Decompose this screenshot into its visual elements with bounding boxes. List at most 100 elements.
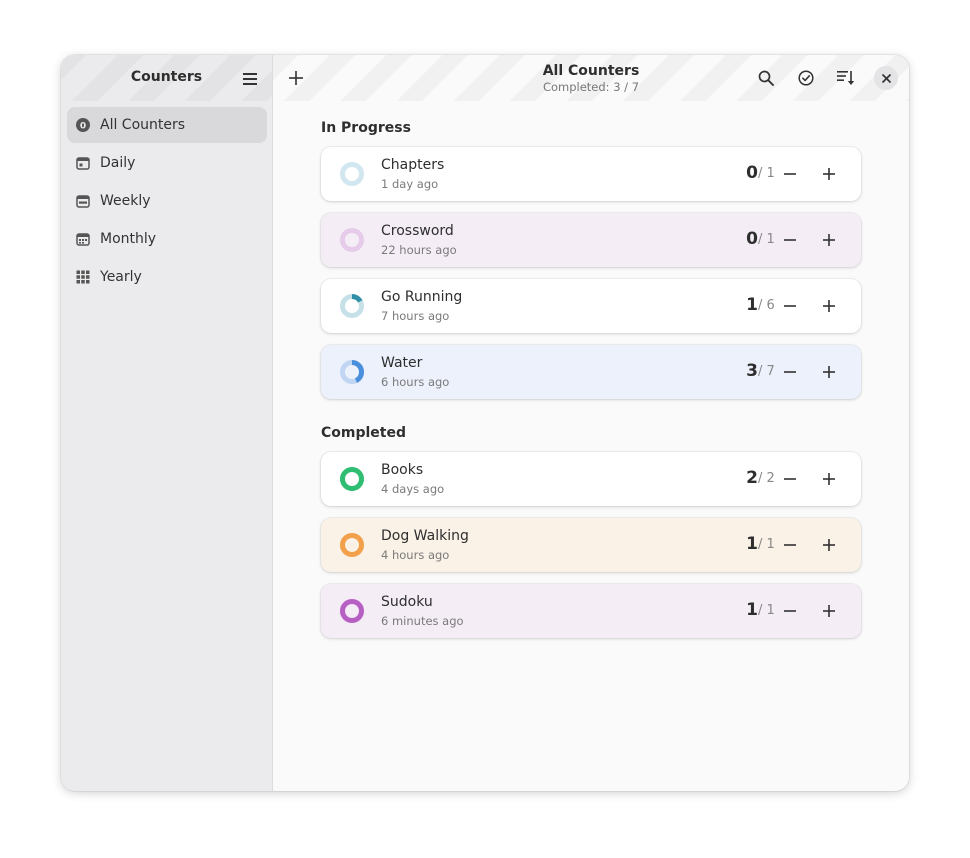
section-label-completed: Completed [321,425,407,441]
plus-icon [823,168,835,180]
counter-updated-time: 7 hours ago [381,309,450,323]
progress-ring-fill [340,467,364,491]
search-icon [758,70,774,86]
decrement-button[interactable] [776,292,804,320]
increment-button[interactable] [815,292,843,320]
sidebar-item-monthly[interactable]: Monthly [67,221,267,257]
progress-ring-fill [340,533,364,557]
counter-card[interactable]: Sudoku 6 minutes ago 1/ 1 [321,584,861,638]
grid-year-icon [75,269,91,285]
counter-goal: / 1 [758,537,775,552]
close-window-button[interactable] [874,66,898,90]
sidebar-item-weekly[interactable]: Weekly [67,183,267,219]
progress-ring-icon [340,533,364,557]
sidebar-item-label: Yearly [100,269,142,285]
hamburger-menu-icon [243,73,257,85]
counter-value: 1 [746,600,758,620]
app-window: Counters 0 All Counters Daily Weekly Mon… [61,55,909,791]
increment-button[interactable] [815,465,843,493]
plus-icon [823,539,835,551]
progress-ring-icon [340,599,364,623]
counter-updated-time: 22 hours ago [381,243,457,257]
close-icon [881,73,891,83]
counter-updated-time: 4 hours ago [381,548,450,562]
progress-ring-icon [340,294,364,318]
sidebar-item-label: Monthly [100,231,157,247]
progress-ring-icon [340,228,364,252]
increment-button[interactable] [815,597,843,625]
counter-card[interactable]: Go Running 7 hours ago 1/ 6 [321,279,861,333]
increment-button[interactable] [815,531,843,559]
calendar-day-icon [75,155,91,171]
sidebar-item-daily[interactable]: Daily [67,145,267,181]
progress-ring-track [340,162,364,186]
counter-goal: / 7 [758,364,775,379]
check-circle-icon [798,70,814,86]
progress-ring-icon [340,360,364,384]
sidebar-item-label: All Counters [100,117,186,133]
sort-button[interactable] [832,65,860,91]
main-content: All Counters Completed: 3 / 7 In Progres… [273,55,909,791]
counter-updated-time: 6 hours ago [381,375,450,389]
counter-value: 1 [746,295,758,315]
counter-goal: / 1 [758,603,775,618]
decrement-button[interactable] [776,465,804,493]
counter-name: Water [381,355,423,371]
counter-card[interactable]: Crossword 22 hours ago 0/ 1 [321,213,861,267]
progress-ring-icon [340,162,364,186]
minus-icon [784,478,796,480]
calendar-month-icon [75,231,91,247]
counter-card[interactable]: Water 6 hours ago 3/ 7 [321,345,861,399]
counter-goal: / 2 [758,471,775,486]
progress-ring-fill [340,599,364,623]
counter-goal: / 6 [758,298,775,313]
decrement-button[interactable] [776,160,804,188]
search-button[interactable] [752,65,780,91]
counter-card[interactable]: Books 4 days ago 2/ 2 [321,452,861,506]
sidebar-item-label: Weekly [100,193,151,209]
plus-icon [823,300,835,312]
main-menu-button[interactable] [237,69,263,89]
decrement-button[interactable] [776,226,804,254]
plus-icon [823,234,835,246]
plus-icon [823,366,835,378]
sort-icon [837,71,855,85]
plus-icon [823,605,835,617]
counter-card[interactable]: Chapters 1 day ago 0/ 1 [321,147,861,201]
sidebar-nav: 0 All Counters Daily Weekly Monthly Year… [67,107,267,297]
progress-ring-icon [340,467,364,491]
progress-ring-track [340,228,364,252]
minus-icon [784,371,796,373]
minus-icon [784,239,796,241]
sidebar-item-yearly[interactable]: Yearly [67,259,267,295]
counter-name: Chapters [381,157,445,173]
minus-icon [784,544,796,546]
all-counters-icon: 0 [75,117,91,133]
minus-icon [784,173,796,175]
section-label-in-progress: In Progress [321,120,411,136]
sidebar-item-label: Daily [100,155,136,171]
counter-value: 1 [746,534,758,554]
counter-value: 2 [746,468,758,488]
counter-name: Crossword [381,223,454,239]
counter-name: Sudoku [381,594,433,610]
sidebar-item-all-counters[interactable]: 0 All Counters [67,107,267,143]
counter-value: 3 [746,361,758,381]
select-mode-button[interactable] [792,65,820,91]
counter-value: 0 [746,229,758,249]
counter-updated-time: 6 minutes ago [381,614,464,628]
counter-name: Books [381,462,424,478]
counter-goal: / 1 [758,166,775,181]
increment-button[interactable] [815,358,843,386]
calendar-week-icon [75,193,91,209]
counter-card[interactable]: Dog Walking 4 hours ago 1/ 1 [321,518,861,572]
increment-button[interactable] [815,226,843,254]
increment-button[interactable] [815,160,843,188]
counter-updated-time: 1 day ago [381,177,439,191]
decrement-button[interactable] [776,531,804,559]
counter-value: 0 [746,163,758,183]
decrement-button[interactable] [776,597,804,625]
sidebar: Counters 0 All Counters Daily Weekly Mon… [61,55,273,791]
decrement-button[interactable] [776,358,804,386]
counter-name: Go Running [381,289,463,305]
